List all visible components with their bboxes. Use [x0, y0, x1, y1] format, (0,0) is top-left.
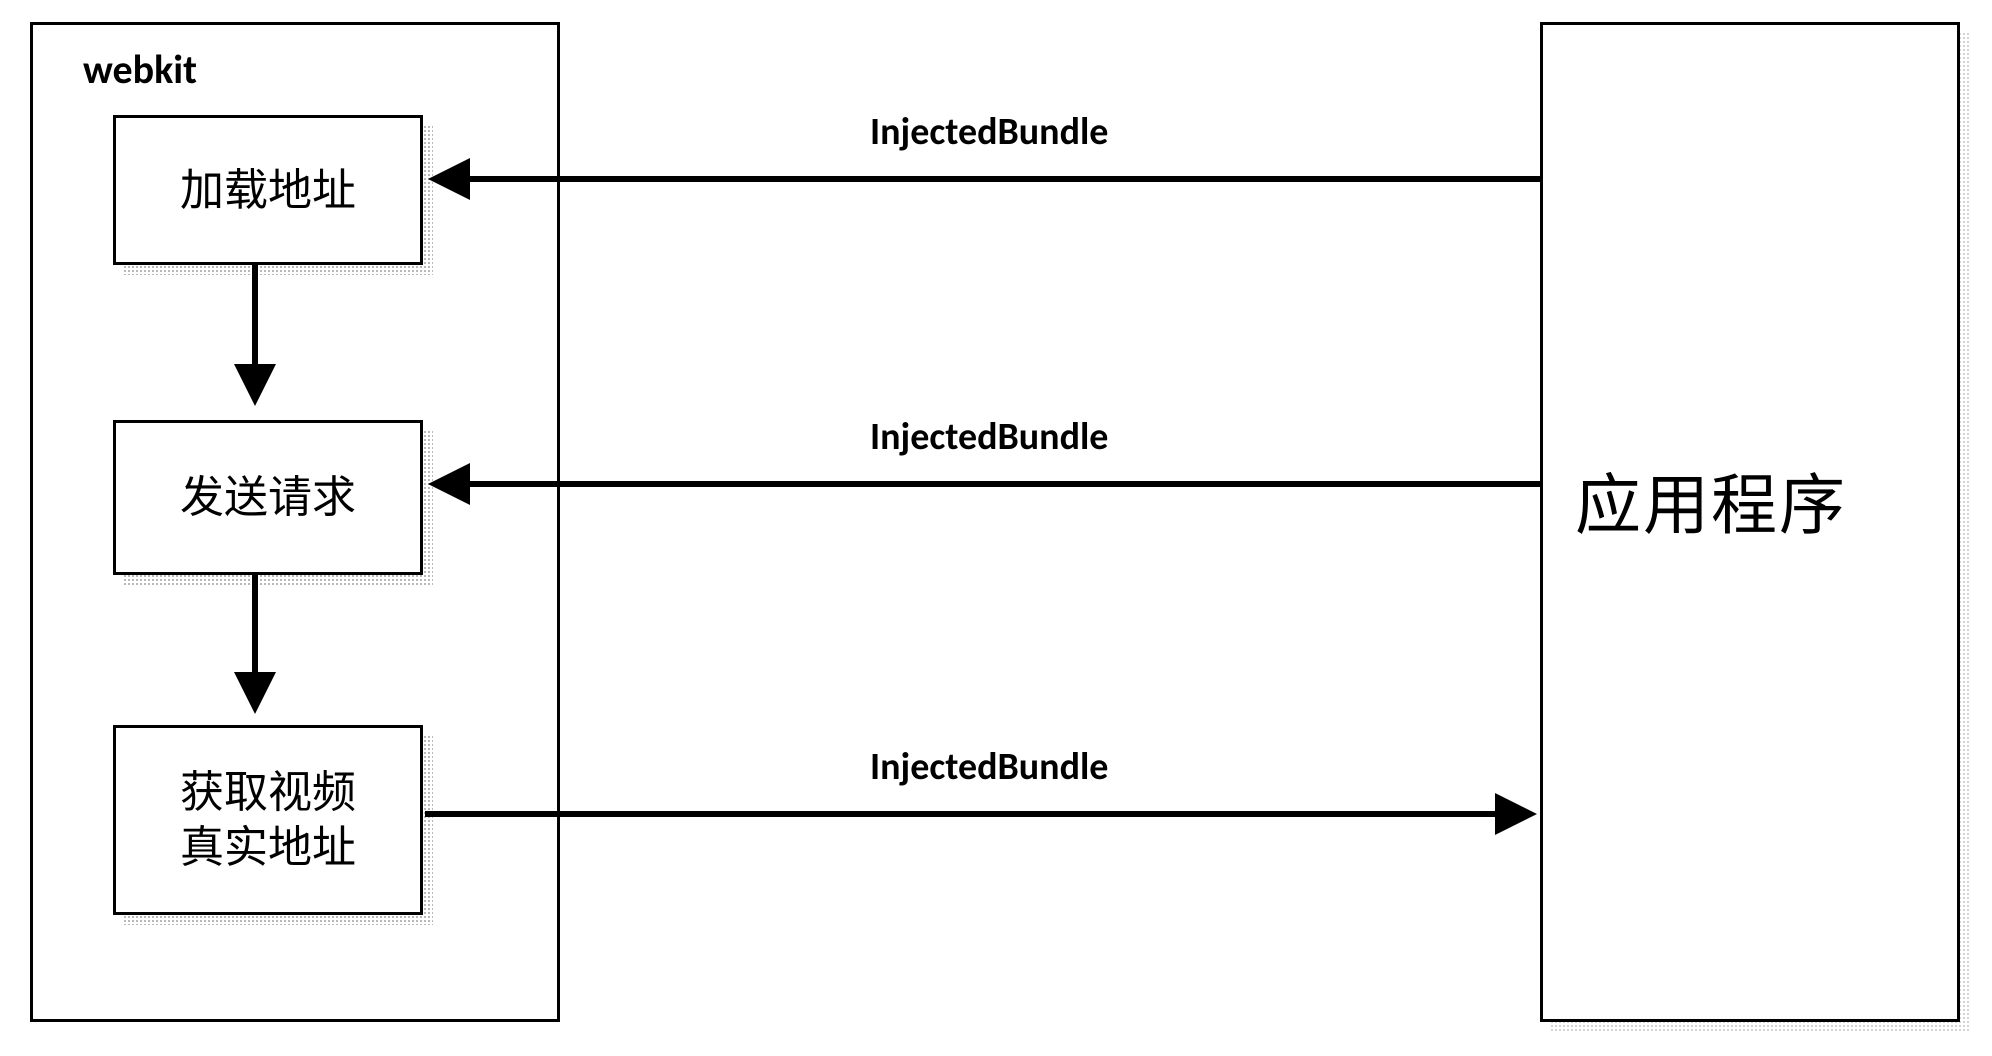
- diagram-root: webkit 加载地址 发送请求 获取视频 真实地址 应用程序 Injected…: [20, 14, 1970, 1044]
- arrows-layer: [20, 14, 1970, 1044]
